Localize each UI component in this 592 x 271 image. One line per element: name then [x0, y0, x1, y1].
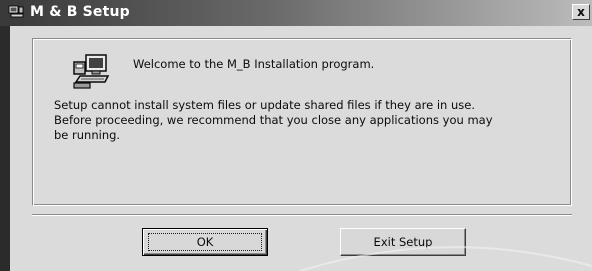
warning-message: Setup cannot install system files or upd… — [54, 98, 554, 143]
message-line: Setup cannot install system files or upd… — [54, 98, 475, 112]
window-edge — [0, 26, 10, 271]
message-line: Before proceeding, we recommend that you… — [54, 113, 493, 127]
title-bar[interactable]: M & B Setup x — [0, 0, 592, 26]
exit-setup-button-label: Exit Setup — [373, 235, 433, 249]
setup-computer-icon — [73, 54, 110, 89]
setup-dialog: M & B Setup x Welcome to the M_B Install… — [0, 0, 592, 271]
exit-setup-button[interactable]: Exit Setup — [340, 228, 466, 256]
close-button[interactable]: x — [572, 4, 590, 20]
focus-rectangle — [148, 233, 262, 251]
window-title: M & B Setup — [30, 4, 130, 20]
separator-line — [32, 214, 572, 216]
setup-computer-icon — [8, 5, 24, 18]
close-icon: x — [577, 5, 585, 19]
welcome-text: Welcome to the M_B Installation program. — [133, 57, 375, 71]
ok-button[interactable]: OK — [142, 228, 268, 256]
message-line: be running. — [54, 128, 121, 142]
